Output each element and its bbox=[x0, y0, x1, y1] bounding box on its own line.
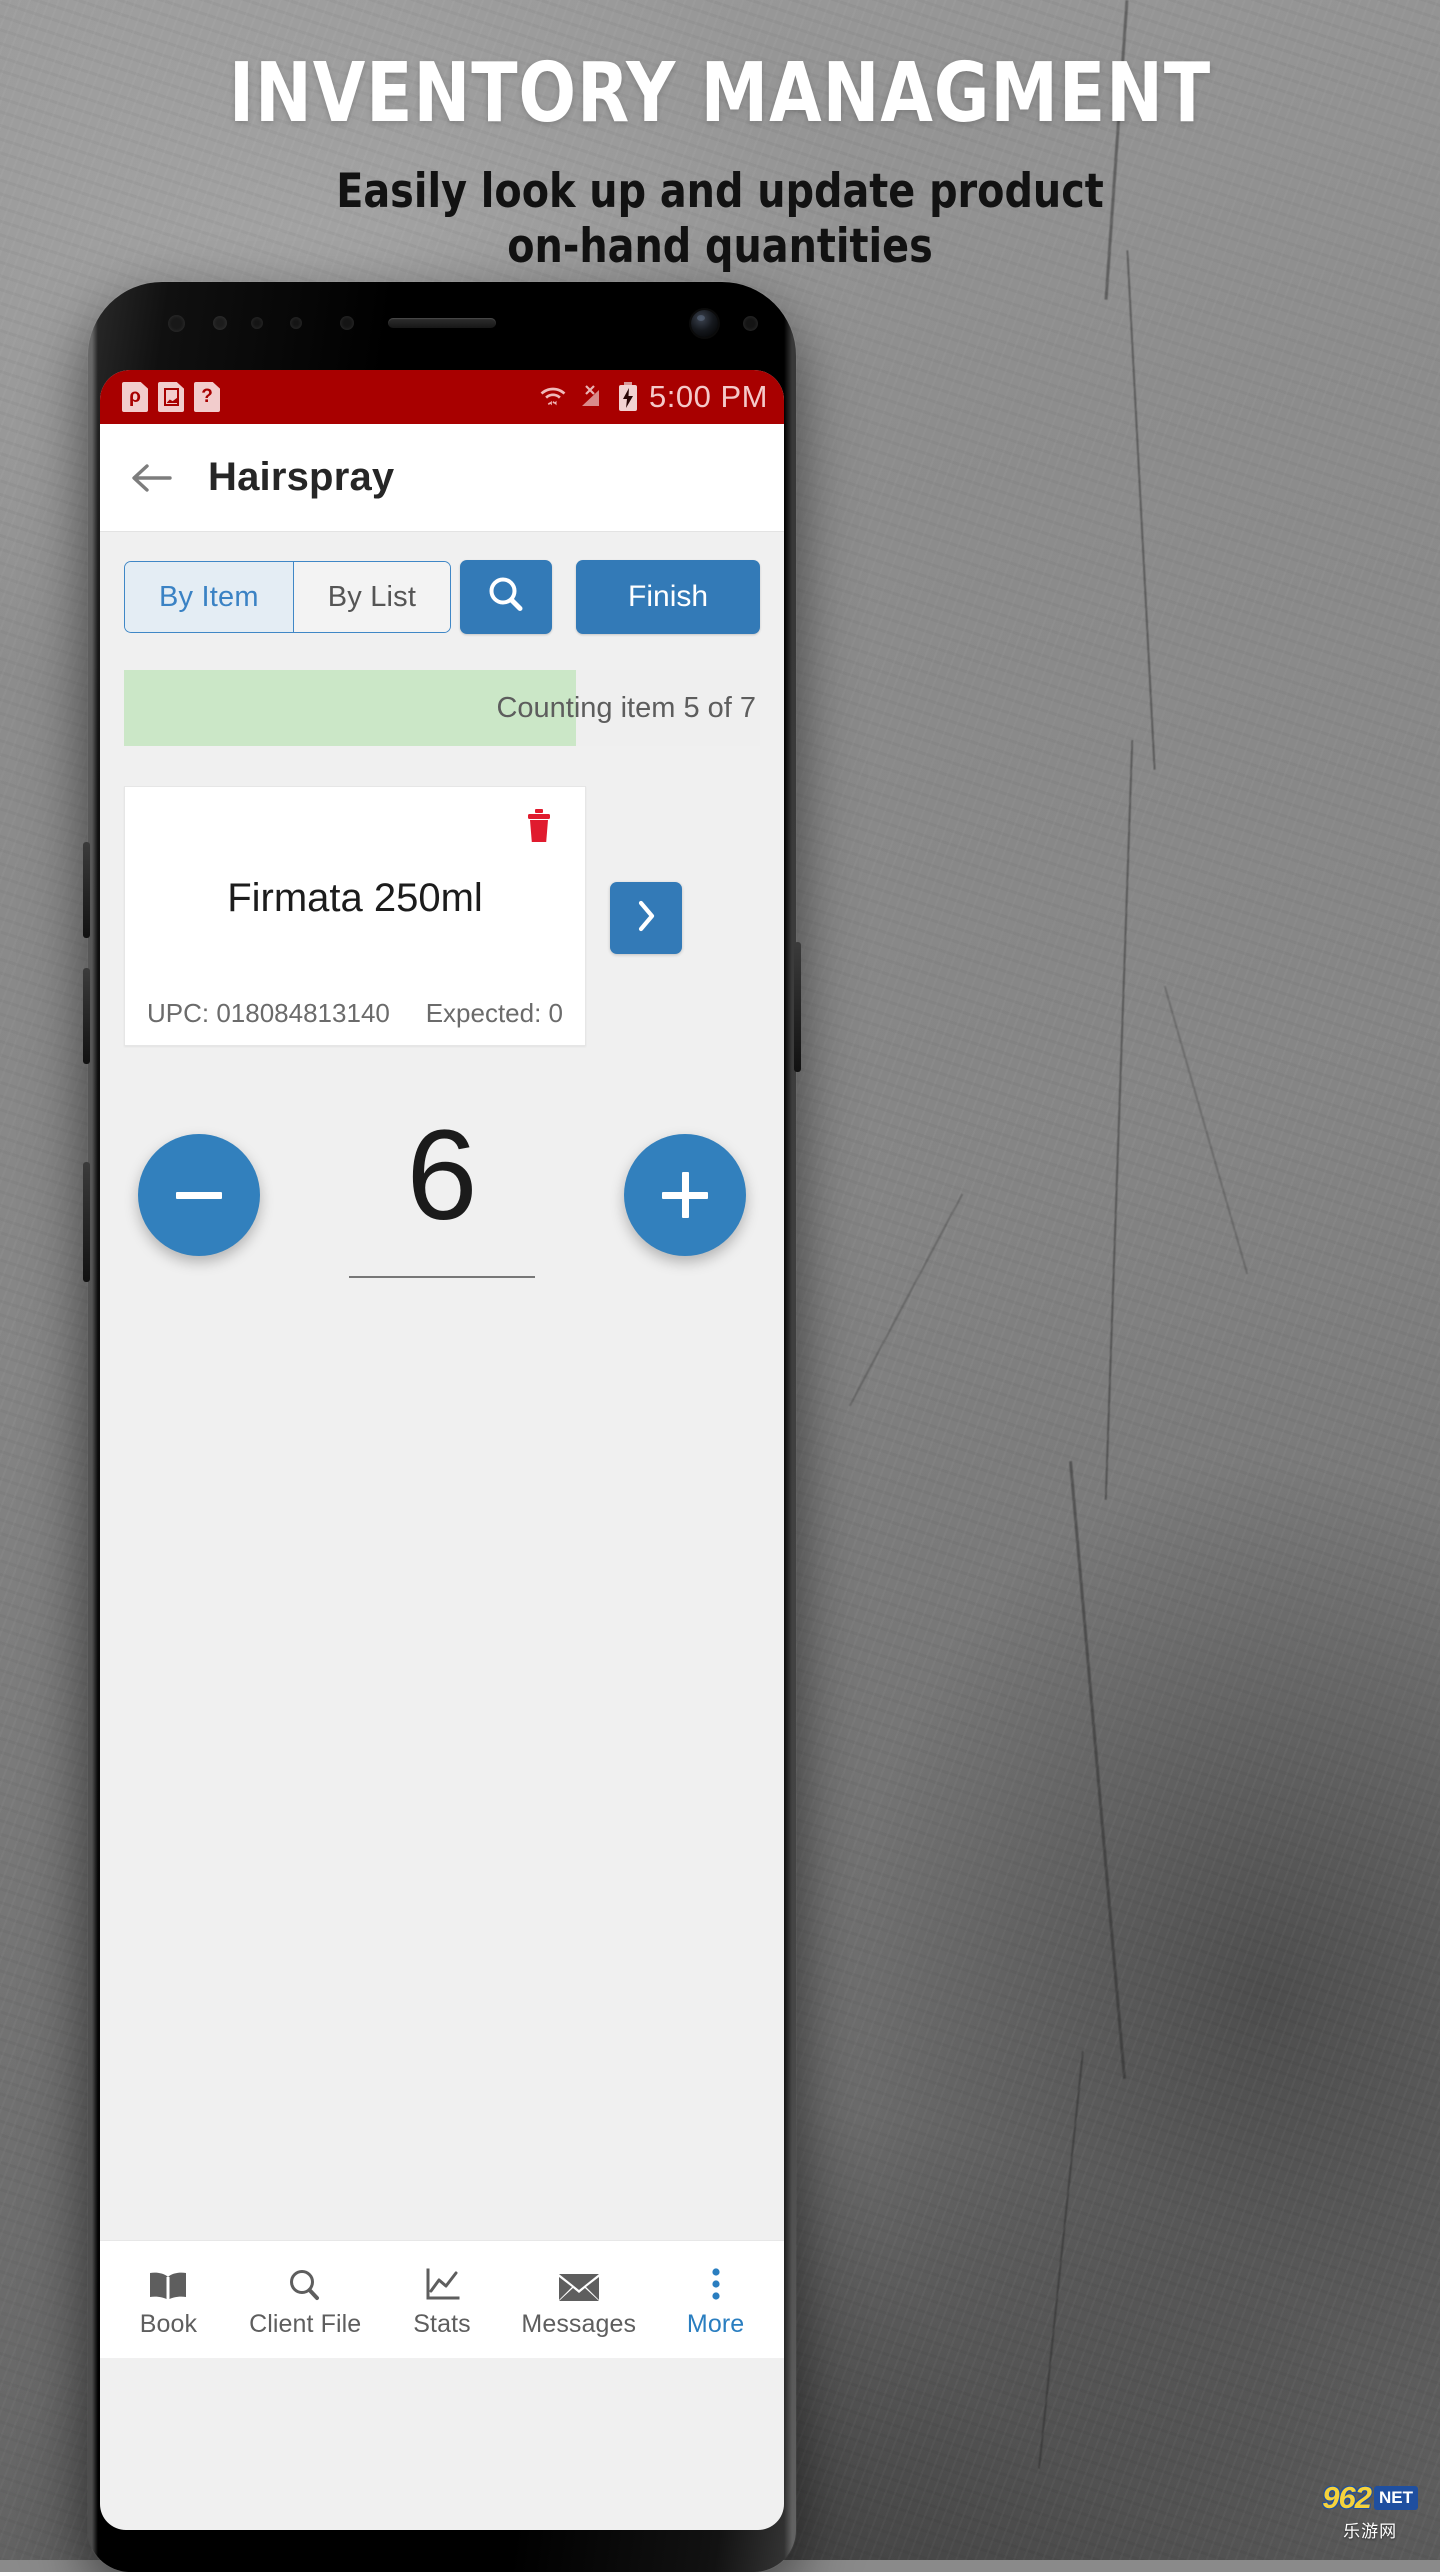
nav-item-client-file[interactable]: Client File bbox=[237, 2261, 374, 2339]
nav-label-stats: Stats bbox=[413, 2309, 471, 2338]
nav-item-book[interactable]: Book bbox=[100, 2261, 237, 2339]
battery-charging-icon bbox=[617, 382, 639, 412]
trash-icon[interactable] bbox=[525, 809, 553, 843]
iris-sensor-icon bbox=[213, 316, 227, 330]
status-bar-clock: 5:00 PM bbox=[649, 379, 768, 414]
image-icon bbox=[158, 382, 184, 412]
status-bar: ρ ? 5:00 PM bbox=[100, 370, 784, 424]
counting-progress-bar: Counting item 5 of 7 bbox=[124, 670, 760, 746]
device-bottom-bezel bbox=[88, 2530, 796, 2572]
crack-line bbox=[1163, 985, 1249, 1275]
earpiece-speaker bbox=[388, 318, 496, 328]
nav-item-messages[interactable]: Messages bbox=[510, 2261, 647, 2339]
crack-line bbox=[848, 1193, 964, 1407]
promo-subheadline-line1: Easily look up and update product bbox=[336, 163, 1104, 219]
light-sensor-icon bbox=[290, 317, 302, 329]
nav-label-more: More bbox=[686, 2309, 745, 2338]
power-button[interactable] bbox=[794, 942, 801, 1072]
nav-label-book: Book bbox=[139, 2309, 198, 2338]
product-name: Firmata 250ml bbox=[227, 876, 483, 920]
product-meta: UPC: 018084813140 Expected: 0 bbox=[147, 998, 563, 1029]
increment-button[interactable] bbox=[624, 1134, 746, 1256]
crack-line bbox=[1104, 740, 1134, 1500]
promo-headline: INVENTORY MANAGMENT bbox=[228, 46, 1212, 141]
mode-segmented-control: By Item By List bbox=[124, 561, 452, 633]
page-title: Hairspray bbox=[208, 455, 395, 499]
nav-label-client-file: Client File bbox=[249, 2309, 362, 2338]
phone-screen: ρ ? 5:00 PM Hairspray By Item By List Fi… bbox=[100, 370, 784, 2530]
status-bar-indicators: 5:00 PM bbox=[539, 379, 768, 415]
no-signal-icon bbox=[577, 383, 607, 411]
nav-item-more[interactable]: More bbox=[647, 2261, 784, 2339]
promo-text-block: INVENTORY MANAGMENT Easily look up and u… bbox=[0, 52, 1440, 275]
proximity-sensor-icon bbox=[168, 315, 185, 332]
site-watermark: 962 NET 乐游网 bbox=[1322, 2480, 1418, 2542]
back-arrow-icon[interactable] bbox=[128, 455, 174, 501]
minus-icon bbox=[176, 1191, 222, 1199]
product-card[interactable]: Firmata 250ml UPC: 018084813140 Expected… bbox=[124, 786, 586, 1046]
led-indicator-icon bbox=[340, 316, 354, 330]
app-badge-icon: ρ bbox=[122, 382, 148, 412]
assistant-button[interactable] bbox=[83, 1162, 90, 1282]
next-item-button[interactable] bbox=[610, 882, 682, 954]
tab-by-item[interactable]: By Item bbox=[125, 562, 293, 632]
product-card-row: Firmata 250ml UPC: 018084813140 Expected… bbox=[100, 786, 784, 1046]
chevron-right-icon bbox=[633, 899, 659, 938]
search-icon bbox=[484, 573, 528, 622]
promo-subheadline: Easily look up and update product on-han… bbox=[43, 164, 1397, 275]
search-button[interactable] bbox=[460, 560, 553, 634]
watermark-logo: 962 NET bbox=[1322, 2480, 1418, 2516]
action-toolbar: By Item By List Finish bbox=[100, 532, 784, 634]
book-icon bbox=[147, 2261, 189, 2303]
phone-device-mockup: ρ ? 5:00 PM Hairspray By Item By List Fi… bbox=[83, 282, 801, 2572]
crack-line bbox=[1126, 250, 1156, 770]
help-icon: ? bbox=[194, 382, 220, 412]
status-bar-notifications: ρ ? bbox=[122, 382, 220, 412]
more-vertical-icon bbox=[709, 2261, 723, 2303]
chart-line-icon bbox=[423, 2261, 461, 2303]
volume-down-button[interactable] bbox=[83, 968, 90, 1064]
tab-by-list[interactable]: By List bbox=[292, 562, 451, 632]
nav-label-messages: Messages bbox=[521, 2309, 637, 2338]
quantity-input-underline bbox=[349, 1276, 535, 1278]
quantity-display: 6 bbox=[260, 1112, 624, 1278]
wifi-data-icon bbox=[539, 383, 567, 411]
quantity-stepper: 6 bbox=[100, 1112, 784, 1278]
product-upc: UPC: 018084813140 bbox=[147, 998, 390, 1028]
volume-up-button[interactable] bbox=[83, 842, 90, 938]
watermark-subtitle: 乐游网 bbox=[1343, 2522, 1398, 2541]
nav-item-stats[interactable]: Stats bbox=[374, 2261, 511, 2339]
sensor-icon bbox=[743, 316, 758, 331]
bottom-navigation-bar: Book Client File Stats Messages More bbox=[100, 2240, 784, 2358]
envelope-icon bbox=[557, 2261, 601, 2303]
watermark-net: NET bbox=[1374, 2486, 1418, 2510]
decrement-button[interactable] bbox=[138, 1134, 260, 1256]
promo-subheadline-line2: on-hand quantities bbox=[507, 219, 933, 275]
search-icon bbox=[286, 2261, 324, 2303]
plus-icon-vertical bbox=[681, 1172, 689, 1218]
device-top-bezel bbox=[88, 282, 796, 374]
app-bar: Hairspray bbox=[100, 424, 784, 532]
progress-label: Counting item 5 of 7 bbox=[496, 691, 756, 724]
product-expected: Expected: 0 bbox=[425, 998, 563, 1028]
finish-button[interactable]: Finish bbox=[576, 560, 760, 634]
front-camera-icon bbox=[691, 310, 718, 337]
quantity-value[interactable]: 6 bbox=[406, 1112, 477, 1240]
watermark-number: 962 bbox=[1322, 2480, 1372, 2515]
crack-line bbox=[1038, 2051, 1084, 2469]
light-sensor-icon bbox=[251, 317, 263, 329]
crack-line bbox=[1068, 1461, 1127, 2079]
main-content: By Item By List Finish Counting item 5 o… bbox=[100, 532, 784, 2358]
